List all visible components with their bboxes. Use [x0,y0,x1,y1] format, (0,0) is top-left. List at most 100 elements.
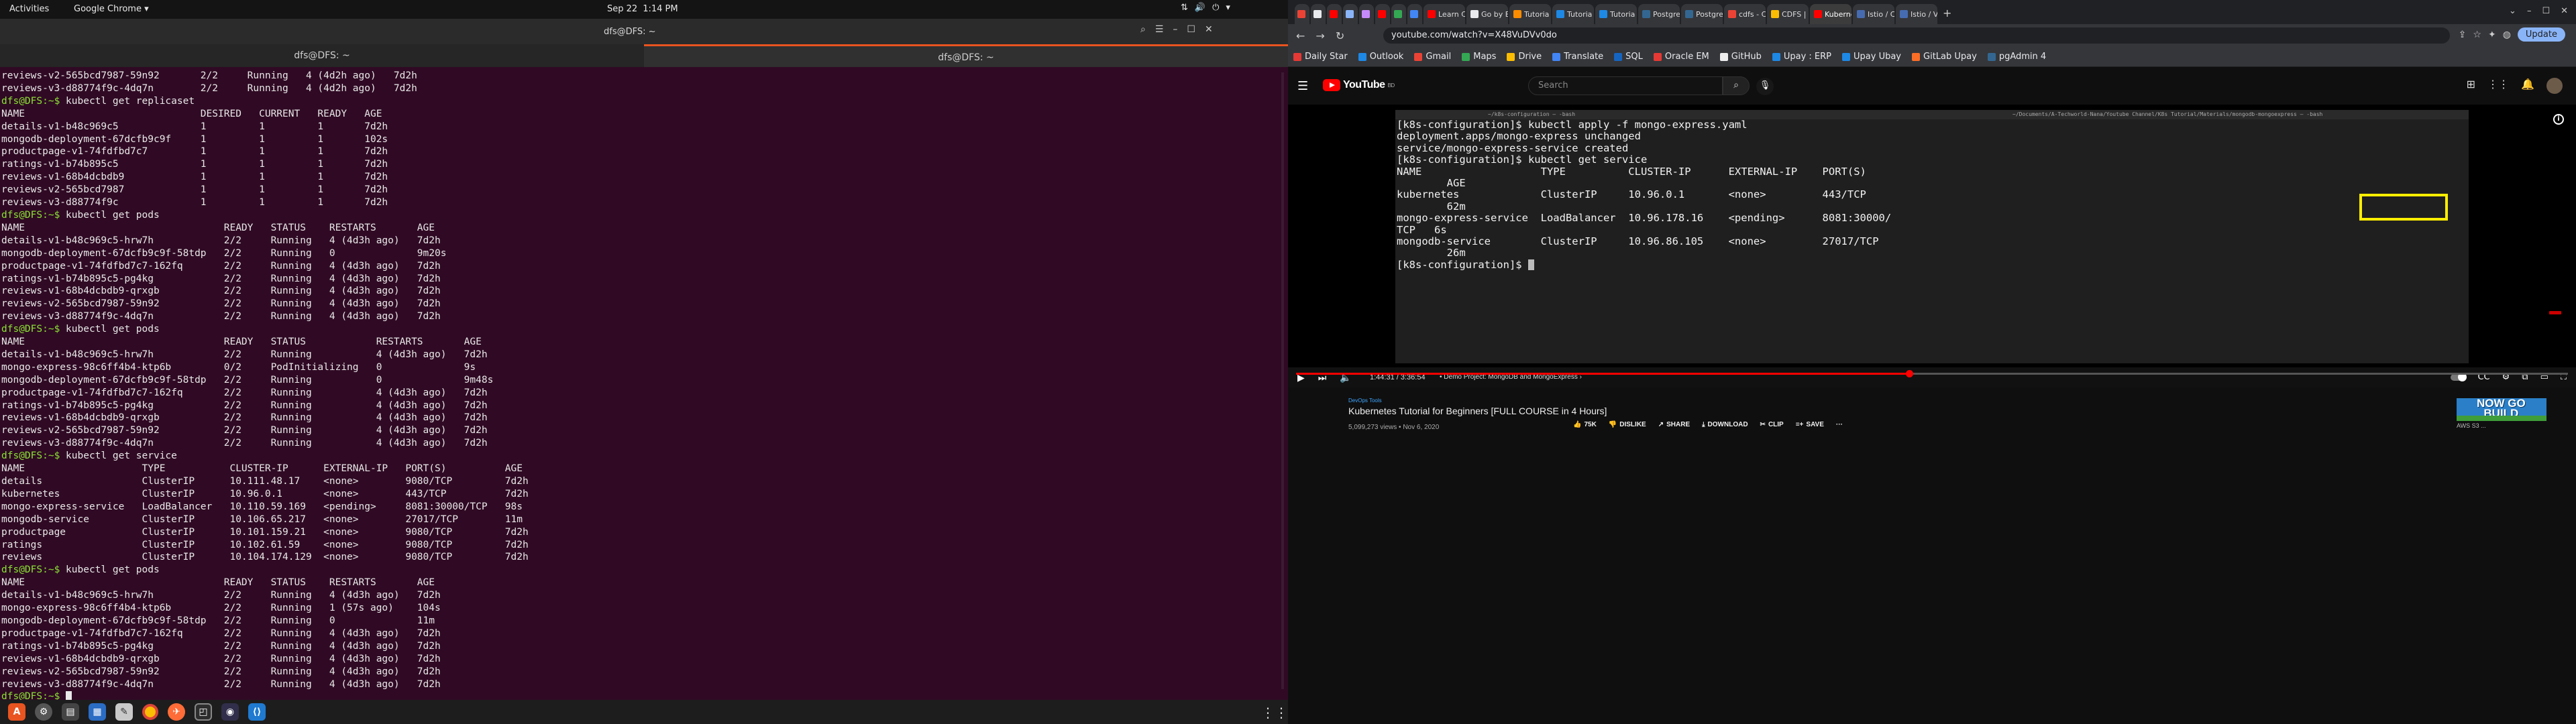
maximize-icon[interactable]: ☐ [1187,24,1195,35]
bookmark-item[interactable]: Drive [1507,52,1542,62]
ad-banner[interactable]: NOW GO BUILD [2457,398,2546,421]
obs-icon[interactable]: ◉ [221,703,239,721]
new-tab-icon[interactable]: + [1943,7,1951,19]
browser-tab[interactable]: Postgre [1638,4,1680,24]
browser-tab[interactable] [1407,4,1422,24]
search-button[interactable]: ⌕ [1723,76,1750,95]
extensions-icon[interactable]: ✦ [2488,29,2496,40]
update-button[interactable]: Update [2517,27,2565,42]
browser-tab[interactable] [1295,4,1309,24]
terminal-current-line[interactable]: dfs@DFS:~$ [1,690,1276,700]
browser-tab[interactable]: Go by E [1466,4,1508,24]
youtube-logo[interactable]: YouTube BD [1323,79,1395,91]
browser-tab[interactable] [1359,4,1374,24]
notifications-icon[interactable]: 🔔 [2521,78,2534,94]
terminal-output[interactable]: reviews-v2-565bcd7987-59n92 2/2 Running … [1,70,1276,700]
avatar[interactable] [2546,78,2563,94]
video-player[interactable]: ~/k8s-configuration — -bash ~/Documents/… [1288,105,2576,367]
bookmark-item[interactable]: Outlook [1358,52,1404,62]
browser-tab[interactable] [1343,4,1358,24]
browser-tab[interactable]: Tutoria [1552,4,1594,24]
documents-icon[interactable]: ▦ [89,703,106,721]
browser-tab[interactable]: Postgre [1681,4,1723,24]
bookmark-item[interactable]: Maps [1462,52,1496,62]
app-menu[interactable]: Google Chrome ▾ [74,4,149,14]
terminal-scrollbar[interactable] [1281,72,1284,689]
browser-tab[interactable]: Tutoria [1595,4,1637,24]
bookmark-item[interactable]: Oracle EM [1653,52,1709,62]
browser-tab[interactable]: Istio / V [1896,4,1937,24]
bookmark-item[interactable]: SQL [1614,52,1643,62]
settings-icon[interactable]: ⚙ [35,703,52,721]
terminal-tab-1[interactable]: dfs@DFS: ~ [0,44,644,67]
minimize-icon[interactable]: – [1173,24,1177,35]
system-tray[interactable]: ⇅ 🔊 ⏻ ▾ [1181,3,1230,13]
guide-menu-icon[interactable]: ☰ [1297,79,1308,93]
chevron-down-icon[interactable]: ⌄ [2509,6,2516,16]
autoplay-toggle[interactable] [2451,373,2467,381]
clip-button[interactable]: ✂ CLIP [1760,421,1784,428]
app-grid-icon[interactable]: ⋮⋮ [1261,705,1288,721]
close-icon[interactable]: ✕ [2561,6,2568,16]
vscode-icon[interactable]: ⟨⟩ [248,703,266,721]
maximize-icon[interactable]: ☐ [2542,6,2550,16]
address-bar[interactable]: youtube.com/watch?v=X48VuDVv0do [1383,27,2450,44]
bookmark-item[interactable]: GitHub [1719,52,1762,62]
browser-tab[interactable] [1391,4,1406,24]
browser-tab[interactable]: Istio / C [1853,4,1894,24]
save-button[interactable]: ≡+ SAVE [1796,421,1824,428]
bookmark-item[interactable]: Daily Star [1293,52,1348,62]
share-button[interactable]: ↗ SHARE [1658,421,1690,428]
bookmark-item[interactable]: Upay : ERP [1772,52,1831,62]
search-icon[interactable]: ⌕ [1140,24,1146,35]
back-icon[interactable]: ← [1296,29,1305,42]
minimize-icon[interactable]: – [2527,6,2532,16]
activities-button[interactable]: Activities [9,4,49,14]
bookmark-item[interactable]: Translate [1552,52,1603,62]
terminal-tab-2[interactable]: dfs@DFS: ~ [644,44,1288,67]
search-icon: ⌕ [1733,80,1739,90]
share-page-icon[interactable]: ⇪ [2459,29,2467,40]
apps-icon[interactable]: ⋮⋮ [2487,78,2509,94]
bookmark-favicon-icon [1293,52,1301,61]
progress-bar[interactable] [1296,370,2568,377]
more-actions-button[interactable]: ··· [1836,421,1843,428]
reload-icon[interactable]: ↻ [1336,29,1344,42]
progress-scrubber[interactable] [1906,370,1913,377]
bookmark-item[interactable]: pgAdmin 4 [1987,52,2046,62]
postman-icon[interactable]: ✈ [168,703,185,721]
clock[interactable]: Sep 22 1:14 PM [607,4,684,14]
ubuntu-software-icon[interactable]: A [8,703,25,721]
bookmark-star-icon[interactable]: ☆ [2473,29,2481,40]
dislike-button[interactable]: 👎 DISLIKE [1609,421,1646,428]
browser-tab[interactable]: CDFS | C [1767,4,1809,24]
files-icon[interactable]: ▤ [62,703,79,721]
browser-tab[interactable]: Learn C [1424,4,1465,24]
browser-tab[interactable]: cdfs - C [1724,4,1766,24]
bookmark-favicon-icon [1414,52,1423,61]
search-input[interactable]: Search [1528,76,1723,95]
chrome-icon[interactable] [142,704,158,720]
tab-favicon-icon [1900,10,1908,18]
like-button[interactable]: 👍 75K [1573,421,1597,428]
screenshot-icon[interactable]: ◰ [195,703,212,721]
info-icon[interactable]: i [2553,114,2564,125]
close-icon[interactable]: ✕ [1205,24,1213,35]
voice-search-icon[interactable]: 🎙 [1756,78,1774,95]
browser-tab[interactable] [1327,4,1342,24]
text-editor-icon[interactable]: ✎ [115,703,133,721]
bookmark-label: Outlook [1369,52,1404,62]
channel-link[interactable]: DevOps Tools [1348,398,1382,404]
bookmark-item[interactable]: GitLab Upay [1912,52,1977,62]
forward-icon[interactable]: → [1316,29,1324,42]
browser-tab[interactable]: Kuberne [1810,4,1851,24]
browser-tab[interactable] [1375,4,1390,24]
browser-tab[interactable]: Tutoria [1509,4,1551,24]
create-video-icon[interactable]: ⊞ [2467,78,2475,94]
hamburger-menu-icon[interactable]: ☰ [1155,24,1164,35]
bookmark-item[interactable]: Upay Ubay [1842,52,1901,62]
download-button[interactable]: ⤓ DOWNLOAD [1702,421,1748,428]
bookmark-item[interactable]: Gmail [1414,52,1451,62]
browser-tab[interactable] [1311,4,1326,24]
profile-icon[interactable]: ◍ [2503,29,2511,40]
